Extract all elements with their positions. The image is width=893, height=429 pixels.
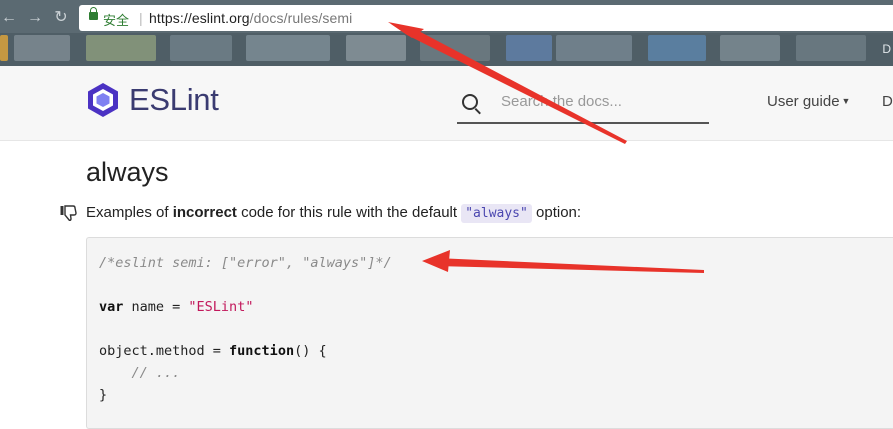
bookmarks-overflow[interactable]: D	[882, 42, 891, 56]
code-example: /*eslint semi: ["error", "always"]*/ var…	[86, 237, 893, 429]
code-comment: /*eslint semi: ["error", "always"]*/	[99, 255, 392, 271]
eslint-logo-icon[interactable]	[85, 82, 121, 118]
inline-code-always: "always"	[461, 204, 532, 223]
search-icon	[462, 94, 478, 110]
search-input[interactable]	[499, 92, 703, 111]
bookmark-item[interactable]	[556, 35, 632, 61]
browser-chrome: ← → ↻ 安全 | https://eslint.org/docs/rules…	[0, 0, 893, 66]
bookmark-item[interactable]	[246, 35, 330, 61]
site-header: ESLint User guide▼ D	[0, 66, 893, 141]
nav-user-guide[interactable]: User guide ▼	[767, 93, 850, 110]
bookmark-item[interactable]	[14, 35, 70, 61]
reload-icon[interactable]: ↻	[52, 9, 70, 27]
bookmark-item[interactable]	[796, 35, 866, 61]
bookmark-item[interactable]	[86, 35, 156, 61]
bookmark-item[interactable]	[648, 35, 706, 61]
bookmarks-bar: D	[0, 33, 893, 66]
back-icon[interactable]: ←	[0, 9, 18, 27]
logo-text[interactable]: ESLint	[129, 82, 219, 118]
section-heading: always	[86, 157, 169, 187]
bookmark-item[interactable]	[0, 35, 8, 61]
caret-down-icon: ▼	[841, 96, 851, 106]
bookmark-item[interactable]	[506, 35, 552, 61]
lock-icon	[89, 7, 98, 20]
forward-icon[interactable]: →	[26, 9, 44, 27]
bookmark-item[interactable]	[420, 35, 490, 61]
address-bar[interactable]: 安全 | https://eslint.org/docs/rules/semi	[79, 5, 893, 31]
search-box[interactable]	[457, 86, 709, 124]
bookmark-item[interactable]	[170, 35, 232, 61]
url-text[interactable]: https://eslint.org/docs/rules/semi	[149, 10, 352, 26]
nav-next-item[interactable]: D	[882, 93, 893, 110]
address-separator: |	[139, 10, 143, 26]
bookmark-item[interactable]	[346, 35, 406, 61]
rule-description: Examples of incorrect code for this rule…	[86, 204, 582, 223]
bookmark-item[interactable]	[720, 35, 780, 61]
thumbs-down-icon	[60, 205, 77, 221]
secure-label: 安全	[103, 13, 130, 28]
